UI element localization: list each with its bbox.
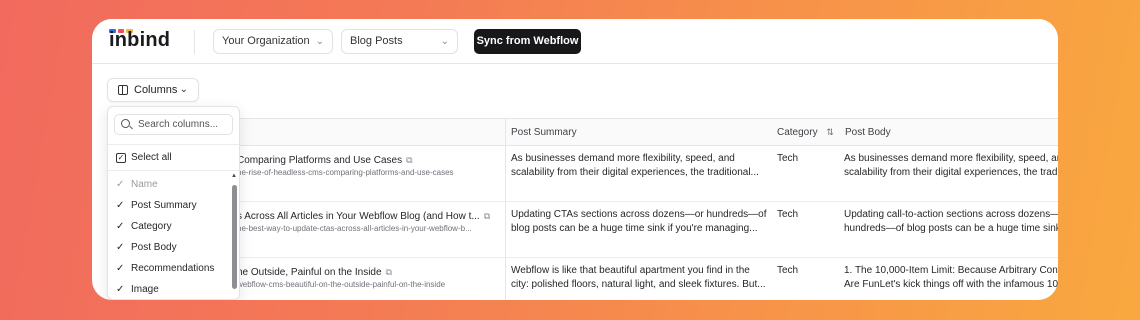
dropdown-divider	[108, 144, 239, 145]
columns-icon	[118, 85, 128, 95]
post-summary-line: city: polished floors, natural light, an…	[511, 279, 766, 290]
column-option-name: ✓ Name	[116, 176, 158, 194]
column-option-recommendations[interactable]: ✓ Recommendations	[116, 260, 214, 278]
post-body-cell: 1. The 10,000-Item Limit: Because Arbitr…	[838, 264, 1058, 292]
post-summary-cell: As businesses demand more flexibility, s…	[505, 152, 771, 180]
external-link-icon[interactable]: ⧉	[484, 209, 490, 223]
columns-button-label: Columns	[134, 84, 178, 96]
post-summary-cell: Webflow is like that beautiful apartment…	[505, 264, 771, 292]
post-summary-line: As businesses demand more flexibility, s…	[511, 153, 735, 164]
check-icon: ✓	[116, 284, 125, 295]
check-icon: ✓	[116, 242, 125, 253]
column-option-label: Image	[131, 284, 159, 295]
table-row[interactable]: he Outside, Painful on the Inside ⧉ webfl…	[107, 258, 1058, 300]
column-header-category-label: Category	[777, 127, 818, 138]
sort-icon[interactable]: ⇅	[826, 127, 834, 137]
posts-table: Post Summary Category ⇅ Post Body Compar…	[107, 118, 1058, 300]
post-body-line: scalability from their digital experienc…	[844, 167, 1058, 178]
columns-dropdown: Search columns... ✓ Select all ✓ Name ✓ …	[107, 106, 240, 300]
scroll-up-icon[interactable]: ▲	[231, 173, 237, 179]
collection-select-value: Blog Posts	[350, 35, 403, 47]
column-option-label: Category	[131, 221, 172, 232]
column-header-category[interactable]: Category ⇅	[771, 119, 838, 146]
column-option-label: Post Body	[131, 242, 177, 253]
header-divider	[194, 30, 195, 54]
category-cell: Tech	[777, 265, 799, 276]
columns-button[interactable]: Columns ⌄	[107, 78, 199, 102]
check-icon: ✓	[116, 221, 125, 232]
sync-from-webflow-button[interactable]: Sync from Webflow	[474, 29, 581, 54]
app-window: inbind Your Organization ⌄ Blog Posts ⌄ …	[92, 19, 1058, 300]
post-body-line: hundreds—of blog posts can be a huge tim…	[844, 223, 1058, 234]
post-body-line: Updating call-to-action sections across …	[844, 209, 1058, 220]
check-icon: ✓	[116, 200, 125, 211]
post-body-line: 1. The 10,000-Item Limit: Because Arbitr…	[844, 265, 1058, 276]
column-option-category[interactable]: ✓ Category	[116, 218, 172, 236]
post-title: s Across All Articles in Your Webflow Bl…	[237, 211, 480, 222]
search-columns-input[interactable]: Search columns...	[114, 114, 233, 135]
post-summary-line: Updating CTAs sections across dozens—or …	[511, 209, 767, 220]
collection-select[interactable]: Blog Posts ⌄	[341, 29, 458, 54]
top-bar: inbind Your Organization ⌄ Blog Posts ⌄ …	[92, 19, 1058, 64]
table-row[interactable]: Comparing Platforms and Use Cases ⧉ he-ri…	[107, 146, 1058, 202]
chevron-down-icon: ⌄	[315, 36, 324, 47]
table-header: Post Summary Category ⇅ Post Body	[107, 119, 1058, 146]
post-title: he Outside, Painful on the Inside	[237, 267, 382, 278]
search-columns-placeholder: Search columns...	[138, 119, 219, 130]
dropdown-divider	[108, 170, 239, 171]
post-summary-cell: Updating CTAs sections across dozens—or …	[505, 208, 771, 236]
chevron-down-icon: ⌄	[179, 84, 188, 95]
post-body-line: As businesses demand more flexibility, s…	[844, 153, 1058, 164]
category-cell: Tech	[777, 209, 799, 220]
check-icon: ✓	[116, 263, 125, 274]
search-icon	[121, 119, 130, 128]
post-slug: webflow-cms-beautiful-on-the-outside-pai…	[237, 280, 446, 289]
dropdown-scrollbar[interactable]: ▲	[231, 173, 237, 298]
column-option-label: Recommendations	[131, 263, 215, 274]
external-link-icon[interactable]: ⧉	[386, 265, 392, 279]
external-link-icon[interactable]: ⧉	[406, 153, 412, 167]
post-title: Comparing Platforms and Use Cases	[237, 155, 403, 166]
column-option-post-summary[interactable]: ✓ Post Summary	[116, 197, 197, 215]
table-row[interactable]: s Across All Articles in Your Webflow Bl…	[107, 202, 1058, 258]
checkbox-checked-icon: ✓	[116, 153, 126, 163]
select-all-option[interactable]: ✓ Select all	[116, 149, 172, 167]
post-body-cell: As businesses demand more flexibility, s…	[838, 152, 1058, 180]
post-summary-line: scalability from their digital experienc…	[511, 167, 759, 178]
organization-select[interactable]: Your Organization ⌄	[213, 29, 333, 54]
select-all-label: Select all	[131, 152, 172, 163]
post-body-line: Are FunLet's kick things off with the in…	[844, 279, 1058, 290]
post-body-cell: Updating call-to-action sections across …	[838, 208, 1058, 236]
organization-select-value: Your Organization	[222, 35, 310, 47]
column-option-image[interactable]: ✓ Image	[116, 281, 159, 299]
check-icon: ✓	[116, 179, 125, 190]
post-slug: he-best-way-to-update-ctas-across-all-ar…	[237, 224, 472, 233]
column-header-post-body[interactable]: Post Body	[839, 119, 1058, 146]
post-slug: he-rise-of-headless-cms-comparing-platfo…	[237, 168, 454, 177]
column-option-post-body[interactable]: ✓ Post Body	[116, 239, 177, 257]
scrollbar-thumb[interactable]	[232, 185, 237, 289]
category-cell: Tech	[777, 153, 799, 164]
chevron-down-icon: ⌄	[440, 36, 449, 47]
column-option-label: Name	[131, 179, 158, 190]
column-header-post-summary[interactable]: Post Summary	[505, 119, 770, 146]
post-summary-line: blog posts can be a huge time sink if yo…	[511, 223, 758, 234]
column-option-label: Post Summary	[131, 200, 197, 211]
post-summary-line: Webflow is like that beautiful apartment…	[511, 265, 750, 276]
logo[interactable]: inbind	[109, 29, 170, 52]
